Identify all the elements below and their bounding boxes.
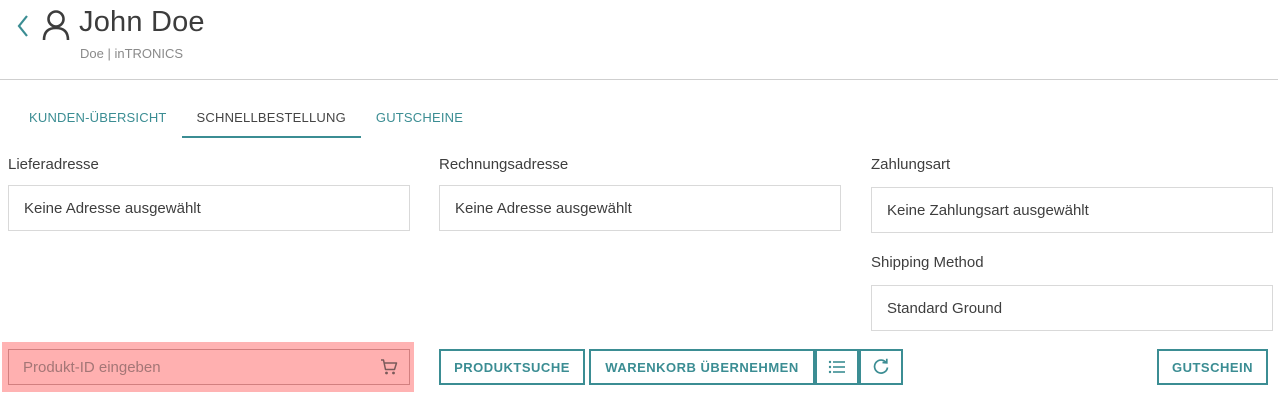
back-button[interactable] [14,12,34,40]
payment-method-label: Zahlungsart [871,156,951,173]
payment-method-select[interactable]: Keine Zahlungsart ausgewählt [871,187,1273,233]
billing-address-select[interactable]: Keine Adresse ausgewählt [439,185,841,231]
shipping-method-label: Shipping Method [871,254,984,271]
voucher-button[interactable]: GUTSCHEIN [1157,349,1268,385]
customer-name: John Doe [79,6,205,38]
customer-company: Doe | inTRONICS [80,46,184,61]
shipping-method-select[interactable]: Standard Ground [871,285,1273,331]
product-id-input[interactable] [8,349,410,385]
refresh-button[interactable] [859,349,903,385]
delivery-address-label: Lieferadresse [8,156,99,173]
tab-bar: KUNDEN-ÜBERSICHT SCHNELLBESTELLUNG GUTSC… [14,100,478,138]
cart-icon[interactable] [380,358,398,376]
refresh-icon [873,358,889,374]
chevron-left-icon [17,15,28,37]
tab-vouchers[interactable]: GUTSCHEINE [361,100,478,138]
tab-quick-order[interactable]: SCHNELLBESTELLUNG [181,100,361,138]
user-icon [41,9,71,41]
delivery-address-select[interactable]: Keine Adresse ausgewählt [8,185,410,231]
customer-header: John Doe Doe | inTRONICS [0,0,1278,80]
billing-address-label: Rechnungsadresse [439,156,569,173]
list-button[interactable] [815,349,859,385]
product-search-button[interactable]: PRODUKTSUCHE [439,349,585,385]
take-cart-button[interactable]: WARENKORB ÜBERNEHMEN [589,349,815,385]
list-icon [828,360,845,374]
tab-customer-overview[interactable]: KUNDEN-ÜBERSICHT [14,100,182,138]
